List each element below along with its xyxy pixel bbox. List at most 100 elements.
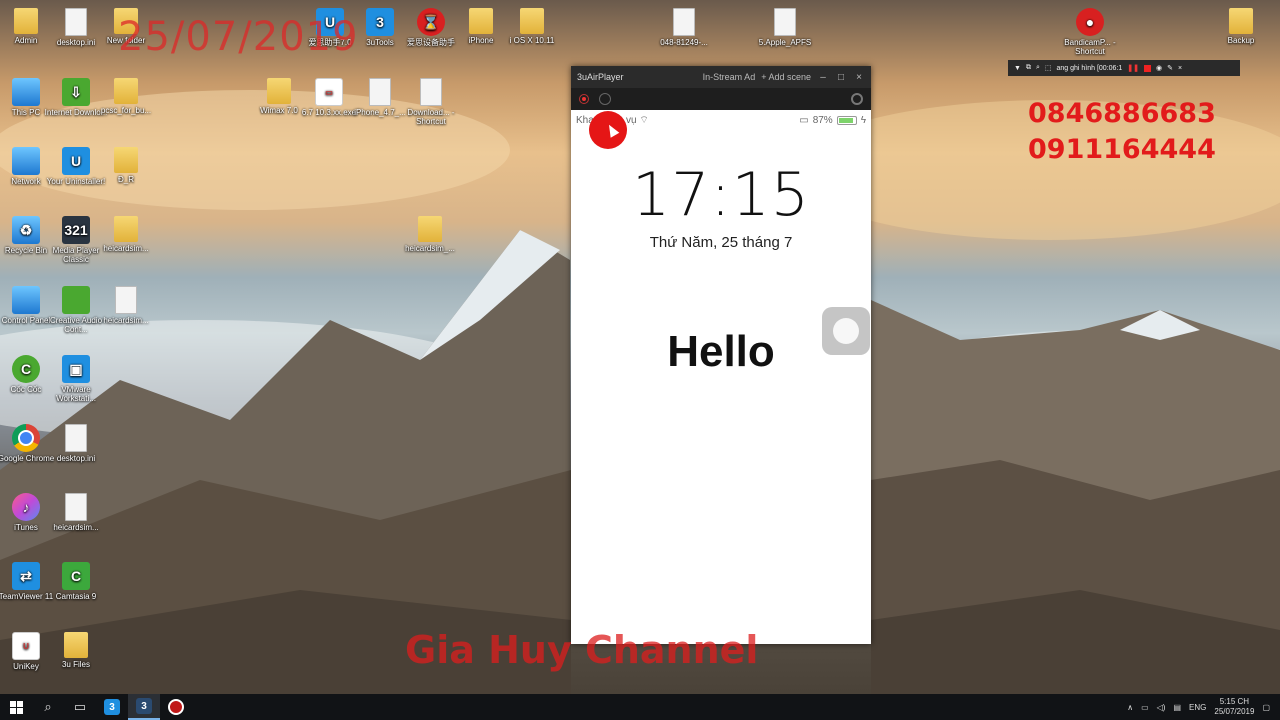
- airplayer-icon: 3: [136, 698, 152, 714]
- camtasia-icon: C: [62, 562, 90, 590]
- folder-icon: [114, 147, 138, 173]
- desktop-icon-pcsc[interactable]: pcsc_for_bu...: [94, 78, 158, 115]
- instream-ad-label[interactable]: In-Stream Ad: [703, 72, 756, 82]
- record-icon[interactable]: [579, 94, 589, 104]
- search-icon[interactable]: ⌕: [1036, 64, 1040, 72]
- folder-icon: [14, 8, 38, 34]
- app-icon: 3: [366, 8, 394, 36]
- taskbar: ⌕ ▭ 3 3 ∧ ▭ ◁) ▤ ENG 5:15 CH 25/07/2019 …: [0, 694, 1280, 720]
- network-icon[interactable]: ▭: [1141, 703, 1149, 712]
- recording-status: ang ghi hình [00:06:1: [1056, 64, 1123, 72]
- assistive-touch-icon: [833, 318, 859, 344]
- desktop-icon-heicardsim-1[interactable]: heicardsim...: [94, 216, 158, 253]
- settings-icon[interactable]: [851, 93, 863, 105]
- maximize-button[interactable]: □: [835, 72, 847, 83]
- 3utools-icon: 3: [104, 699, 120, 715]
- file-icon: [369, 78, 391, 106]
- channel-watermark: Gia Huy Channel: [405, 628, 759, 672]
- start-button[interactable]: [0, 694, 32, 720]
- window-icon[interactable]: ⧉: [1026, 64, 1031, 72]
- record-icon: ●: [1076, 8, 1104, 36]
- desktop-icon-heicardsim-2[interactable]: heicardsim_...: [398, 216, 462, 253]
- folder-icon: [114, 78, 138, 104]
- phone-screen[interactable]: Khang ...D.vụ ⌔ ▭ 87% ϟ 17:15 Thứ Năm, 2…: [571, 110, 871, 644]
- screenshot-icon[interactable]: [599, 93, 611, 105]
- desktop-icon-backup[interactable]: Backup: [1209, 8, 1273, 45]
- file-icon: [774, 8, 796, 36]
- system-tray: ∧ ▭ ◁) ▤ ENG 5:15 CH 25/07/2019 ▢: [1127, 697, 1280, 717]
- media-player-icon: 321: [62, 216, 90, 244]
- globe-icon: ⇩: [62, 78, 90, 106]
- chevron-up-icon[interactable]: ∧: [1127, 703, 1133, 712]
- bandicam-toolbar: ▼ ⧉ ⌕ ⬚ ang ghi hình [00:06:1 ❚❚ ◉ ✎ ×: [1008, 60, 1240, 76]
- assistive-touch-button[interactable]: [822, 307, 870, 355]
- volume-icon[interactable]: ◁): [1157, 703, 1166, 712]
- desktop-icon-bandicam[interactable]: ● BandicamP... - Shortcut: [1058, 8, 1122, 56]
- folder-icon: [64, 632, 88, 658]
- folder-icon: [267, 78, 291, 104]
- task-view-button[interactable]: ▭: [64, 694, 96, 720]
- airplayer-window: 3uAirPlayer In-Stream Ad + Add scene – □…: [571, 66, 871, 644]
- airplayer-titlebar[interactable]: 3uAirPlayer In-Stream Ad + Add scene – □…: [571, 66, 871, 88]
- desktop-icon-dr[interactable]: Đ_R: [94, 147, 158, 184]
- wifi-icon: ⌔: [639, 114, 649, 126]
- desktop-icon-048-file[interactable]: 048-81249-...: [652, 8, 716, 47]
- keyboard-icon: U: [12, 632, 40, 660]
- taskbar-bandicam[interactable]: [160, 694, 192, 720]
- battery-percent: 87%: [812, 114, 833, 126]
- phone-number-2: 0911164444: [1028, 134, 1216, 165]
- stop-icon[interactable]: [1144, 64, 1151, 72]
- search-button[interactable]: ⌕: [32, 694, 64, 720]
- record-icon: [168, 699, 184, 715]
- dropdown-icon[interactable]: ▼: [1014, 65, 1021, 72]
- folder-icon: [418, 216, 442, 242]
- hourglass-icon: ⌛: [417, 8, 445, 36]
- app-icon: U: [62, 147, 90, 175]
- keyboard-icon[interactable]: ▤: [1173, 703, 1181, 712]
- windows-logo-icon: [9, 700, 23, 714]
- chip-icon: [62, 286, 90, 314]
- battery-fill: [838, 117, 853, 123]
- folder-icon: [520, 8, 544, 34]
- exe-icon: ▭: [315, 78, 343, 106]
- folder-icon: [469, 8, 493, 34]
- lockscreen-date: Thứ Năm, 25 tháng 7: [649, 234, 793, 251]
- language-indicator[interactable]: ENG: [1189, 703, 1206, 712]
- desktop-icon-osx-folder[interactable]: i OS X 10.11: [500, 8, 564, 45]
- recycle-bin-icon: ♻: [12, 216, 40, 244]
- camera-icon[interactable]: ◉: [1156, 64, 1162, 72]
- pause-icon[interactable]: ❚❚: [1127, 64, 1139, 72]
- desktop-icon-heicardsim-3[interactable]: heicardsim...: [94, 286, 158, 325]
- search-icon: ⌕: [44, 699, 52, 714]
- add-scene-button[interactable]: + Add scene: [761, 72, 811, 82]
- file-icon: [65, 493, 87, 521]
- screen-lock-icon: ▭: [799, 114, 809, 126]
- desktop-icon-vmware[interactable]: ▣ VMware Workstati...: [44, 355, 108, 403]
- file-icon: [65, 8, 87, 36]
- network-icon: [12, 147, 40, 175]
- desktop-icon-heicardsim-4[interactable]: heicardsim...: [44, 493, 108, 532]
- window-title: 3uAirPlayer: [577, 72, 624, 82]
- desktop-icon-camtasia[interactable]: C Camtasia 9: [44, 562, 108, 601]
- taskbar-date: 25/07/2019: [1214, 707, 1255, 716]
- pencil-icon[interactable]: ✎: [1167, 64, 1173, 72]
- notification-icon[interactable]: ▢: [1262, 703, 1270, 712]
- music-note-icon: ♪: [12, 493, 40, 521]
- desktop-icon-download-shortcut[interactable]: Download... - Shortcut: [399, 78, 463, 126]
- region-icon[interactable]: ⬚: [1045, 64, 1052, 72]
- desktop-icon-3u-files[interactable]: 3u Files: [44, 632, 108, 669]
- task-view-icon: ▭: [73, 699, 87, 714]
- vmware-icon: ▣: [62, 355, 90, 383]
- phone-number-1: 0846886683: [1028, 98, 1216, 129]
- minimize-button[interactable]: –: [817, 72, 829, 83]
- desktop-icon-apple-apfs[interactable]: 5.Apple_APFS: [753, 8, 817, 47]
- taskbar-clock[interactable]: 5:15 CH 25/07/2019: [1214, 697, 1254, 717]
- taskbar-airplayer[interactable]: 3: [128, 694, 160, 720]
- phone-numbers-overlay: 0846886683 0911164444: [1028, 96, 1216, 168]
- desktop-icon-desktop-ini-2[interactable]: desktop.ini: [44, 424, 108, 463]
- close-icon[interactable]: ×: [1178, 65, 1182, 72]
- folder-icon: [1229, 8, 1253, 34]
- taskbar-3utools[interactable]: 3: [96, 694, 128, 720]
- file-icon: [115, 286, 137, 314]
- close-button[interactable]: ×: [853, 72, 865, 83]
